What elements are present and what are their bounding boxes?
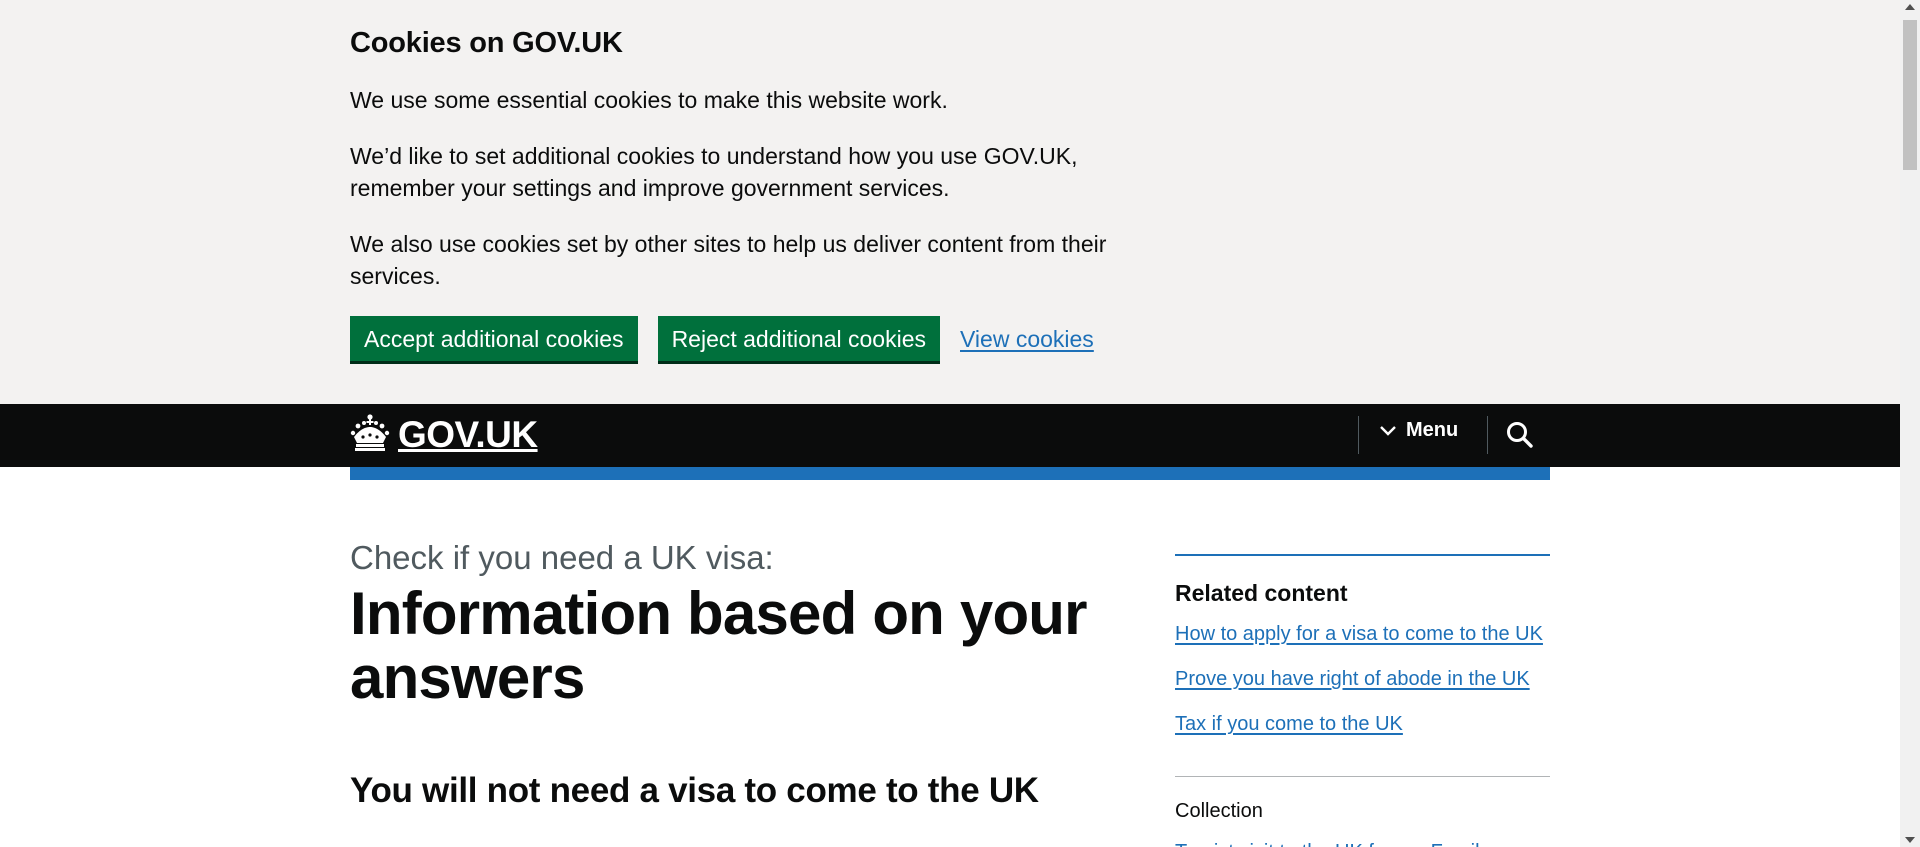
cookie-banner: Cookies on GOV.UK We use some essential … [0, 0, 1900, 404]
related-link-right-of-abode[interactable]: Prove you have right of abode in the UK [1175, 665, 1550, 693]
related-content-title: Related content [1175, 580, 1348, 606]
menu-button[interactable]: Menu [1380, 419, 1458, 442]
view-cookies-link[interactable]: View cookies [960, 325, 1094, 353]
page: Cookies on GOV.UK We use some essential … [0, 0, 1900, 847]
cookie-paragraph-third-party: We also use cookies set by other sites t… [350, 231, 1107, 289]
related-content: Related content How to apply for a visa … [1175, 554, 1550, 755]
menu-label: Menu [1406, 419, 1459, 441]
cookie-banner-content: Cookies on GOV.UK We use some essential … [350, 26, 1120, 361]
cookie-actions: Accept additional cookies Reject additio… [350, 316, 1120, 361]
cookie-paragraph-essential: We use some essential cookies to make th… [350, 87, 948, 113]
result-heading: You will not need a visa to come to the … [350, 771, 1039, 810]
search-icon [1503, 422, 1537, 456]
related-link-apply-visa[interactable]: How to apply for a visa to come to the U… [1175, 620, 1550, 648]
search-divider [1487, 416, 1488, 454]
scrollbar-thumb[interactable] [1903, 20, 1917, 170]
crown-icon [350, 413, 390, 456]
logo-text: GOV.UK [398, 413, 538, 455]
cookie-paragraph-additional: We’d like to set additional cookies to u… [350, 143, 1078, 201]
search-button[interactable] [1503, 418, 1537, 452]
page-caption: Check if you need a UK visa: [350, 539, 774, 576]
govuk-logo-link[interactable]: GOV.UK [350, 413, 538, 456]
scroll-down-icon[interactable] [1905, 837, 1915, 843]
menu-divider [1358, 416, 1359, 454]
reject-cookies-button[interactable]: Reject additional cookies [657, 316, 940, 361]
related-link-tax[interactable]: Tax if you come to the UK [1175, 710, 1550, 738]
accept-cookies-button[interactable]: Accept additional cookies [350, 316, 638, 361]
scroll-up-icon[interactable] [1905, 4, 1915, 10]
site-header: GOV.UK Menu [0, 404, 1900, 467]
chevron-down-icon [1380, 419, 1406, 442]
page-title: Information based on your answers [350, 580, 1088, 711]
vertical-scrollbar[interactable] [1900, 0, 1920, 847]
cookie-banner-title: Cookies on GOV.UK [350, 27, 623, 59]
collection-link[interactable]: Tourist visit to the UK from a Family [1175, 838, 1490, 847]
collection-label: Collection [1175, 800, 1263, 822]
header-accent-bar [350, 467, 1550, 480]
related-divider [1175, 776, 1550, 777]
